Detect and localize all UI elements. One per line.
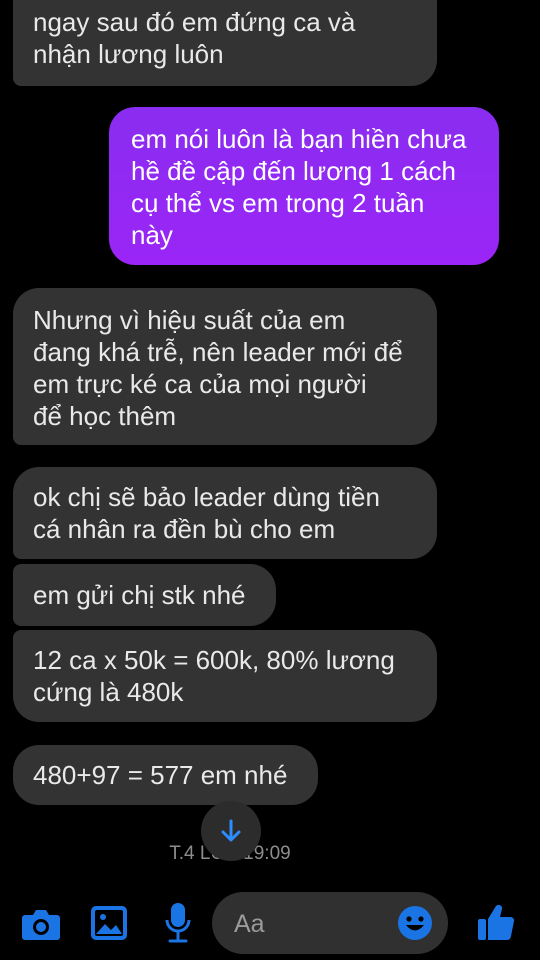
composer-bar <box>0 882 540 960</box>
scroll-to-bottom-button[interactable] <box>201 801 261 861</box>
camera-icon <box>22 910 60 940</box>
message-received[interactable]: 480+97 = 577 em nhé <box>13 745 318 805</box>
message-text: Nhưng vì hiệu suất của em đang khá trễ, … <box>33 305 403 431</box>
image-icon <box>91 906 127 940</box>
message-text: ok chị sẽ bảo leader dùng tiền cá nhân r… <box>33 482 380 544</box>
emoji-icon <box>398 906 432 940</box>
message-received[interactable]: em gửi chị stk nhé <box>13 564 276 626</box>
message-sent[interactable]: em nói luôn là bạn hiền chưa hề đề cập đ… <box>109 107 499 265</box>
message-text: em nói luôn là bạn hiền chưa hề đề cập đ… <box>131 124 467 250</box>
emoji-button[interactable] <box>396 904 434 942</box>
microphone-icon <box>165 903 191 943</box>
message-received[interactable]: Nhưng vì hiệu suất của em đang khá trễ, … <box>13 288 437 445</box>
message-input-container <box>212 892 448 956</box>
message-received[interactable]: ngay sau đó em đứng ca và nhận lương luô… <box>13 0 437 86</box>
message-text: 12 ca x 50k = 600k, 80% lương cứng là 48… <box>33 645 395 707</box>
like-button[interactable] <box>474 900 518 944</box>
message-received[interactable]: 12 ca x 50k = 600k, 80% lương cứng là 48… <box>13 630 437 722</box>
message-received[interactable]: ok chị sẽ bảo leader dùng tiền cá nhân r… <box>13 467 437 559</box>
image-button[interactable] <box>88 902 130 944</box>
message-input[interactable] <box>232 892 396 956</box>
scroll-down-arrow-icon <box>221 819 241 842</box>
camera-button[interactable] <box>20 904 62 944</box>
message-text: ngay sau đó em đứng ca và nhận lương luô… <box>33 7 356 69</box>
message-text: em gửi chị stk nhé <box>33 580 246 610</box>
voice-button[interactable] <box>160 900 196 946</box>
thumbs-up-icon <box>478 904 515 940</box>
message-text: 480+97 = 577 em nhé <box>33 760 288 790</box>
